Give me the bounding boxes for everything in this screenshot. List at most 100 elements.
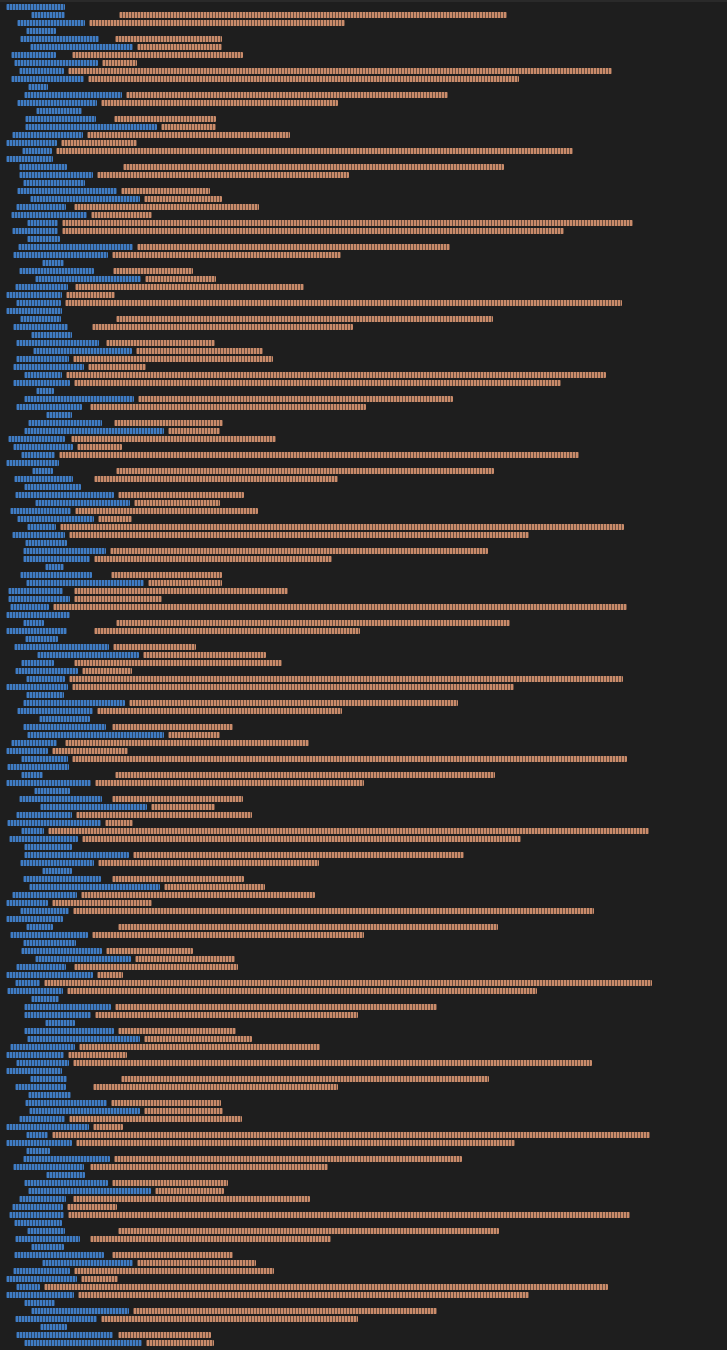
code-line xyxy=(0,1244,727,1250)
identifier-token xyxy=(6,1140,72,1146)
code-line xyxy=(0,868,727,874)
identifier-token xyxy=(23,876,101,882)
code-line xyxy=(0,1284,727,1290)
code-line xyxy=(0,268,727,274)
string-token xyxy=(92,324,353,330)
code-line xyxy=(0,260,727,266)
identifier-token xyxy=(31,996,59,1002)
code-line xyxy=(0,68,727,74)
code-line xyxy=(0,684,727,690)
string-token xyxy=(68,1212,630,1218)
identifier-token xyxy=(25,1100,107,1106)
code-line xyxy=(0,28,727,34)
identifier-token xyxy=(35,276,141,282)
identifier-token xyxy=(6,1276,77,1282)
code-line xyxy=(0,36,727,42)
string-token xyxy=(81,1276,118,1282)
string-token xyxy=(146,1340,214,1346)
code-line xyxy=(0,108,727,114)
code-line xyxy=(0,508,727,514)
identifier-token xyxy=(35,956,131,962)
identifier-token xyxy=(19,68,64,74)
code-line xyxy=(0,660,727,666)
code-line xyxy=(0,1052,727,1058)
string-token xyxy=(72,684,514,690)
code-line xyxy=(0,340,727,346)
code-line xyxy=(0,1044,727,1050)
string-token xyxy=(112,724,233,730)
string-token xyxy=(110,548,488,554)
code-line xyxy=(0,1124,727,1130)
string-token xyxy=(48,828,649,834)
string-token xyxy=(73,356,273,362)
string-token xyxy=(106,340,215,346)
code-line xyxy=(0,84,727,90)
code-line xyxy=(0,540,727,546)
code-line xyxy=(0,748,727,754)
code-line xyxy=(0,916,727,922)
code-line xyxy=(0,1276,727,1282)
identifier-token xyxy=(26,676,65,682)
string-token xyxy=(68,68,612,74)
identifier-token xyxy=(35,500,130,506)
code-line xyxy=(0,1060,727,1066)
string-token xyxy=(53,604,627,610)
code-line xyxy=(0,116,727,122)
string-token xyxy=(74,660,282,666)
code-line xyxy=(0,516,727,522)
string-token xyxy=(118,924,498,930)
string-token xyxy=(133,852,464,858)
code-line xyxy=(0,860,727,866)
identifier-token xyxy=(6,1292,74,1298)
code-line xyxy=(0,932,727,938)
code-line xyxy=(0,876,727,882)
code-line xyxy=(0,300,727,306)
string-token xyxy=(115,772,495,778)
string-token xyxy=(168,428,220,434)
identifier-token xyxy=(6,460,59,466)
identifier-token xyxy=(30,196,140,202)
code-line xyxy=(0,468,727,474)
string-token xyxy=(66,372,606,378)
code-line xyxy=(0,332,727,338)
identifier-token xyxy=(28,84,48,90)
code-line xyxy=(0,132,727,138)
string-token xyxy=(93,1084,338,1090)
code-line xyxy=(0,1236,727,1242)
code-line xyxy=(0,1324,727,1330)
identifier-token xyxy=(17,20,85,26)
code-line xyxy=(0,1316,727,1322)
identifier-token xyxy=(13,364,84,370)
string-token xyxy=(114,1156,462,1162)
identifier-token xyxy=(45,1020,75,1026)
string-token xyxy=(90,1236,331,1242)
identifier-token xyxy=(23,620,44,626)
code-line xyxy=(0,1004,727,1010)
string-token xyxy=(74,204,259,210)
string-token xyxy=(116,468,494,474)
identifier-token xyxy=(31,12,65,18)
identifier-token xyxy=(36,108,82,114)
code-line xyxy=(0,940,727,946)
identifier-token xyxy=(6,4,65,10)
string-token xyxy=(52,900,152,906)
string-token xyxy=(145,276,216,282)
identifier-token xyxy=(27,1228,65,1234)
code-line xyxy=(0,284,727,290)
identifier-token xyxy=(10,1044,75,1050)
code-line xyxy=(0,436,727,442)
identifier-token xyxy=(45,564,64,570)
identifier-token xyxy=(12,228,58,234)
string-token xyxy=(123,164,504,170)
string-token xyxy=(151,804,215,810)
code-lines xyxy=(0,0,727,1350)
identifier-token xyxy=(25,540,67,546)
string-token xyxy=(73,908,594,914)
identifier-token xyxy=(6,140,57,146)
string-token xyxy=(72,756,627,762)
code-line xyxy=(0,556,727,562)
identifier-token xyxy=(13,444,73,450)
string-token xyxy=(129,700,458,706)
code-line xyxy=(0,492,727,498)
code-editor[interactable] xyxy=(0,0,727,1350)
